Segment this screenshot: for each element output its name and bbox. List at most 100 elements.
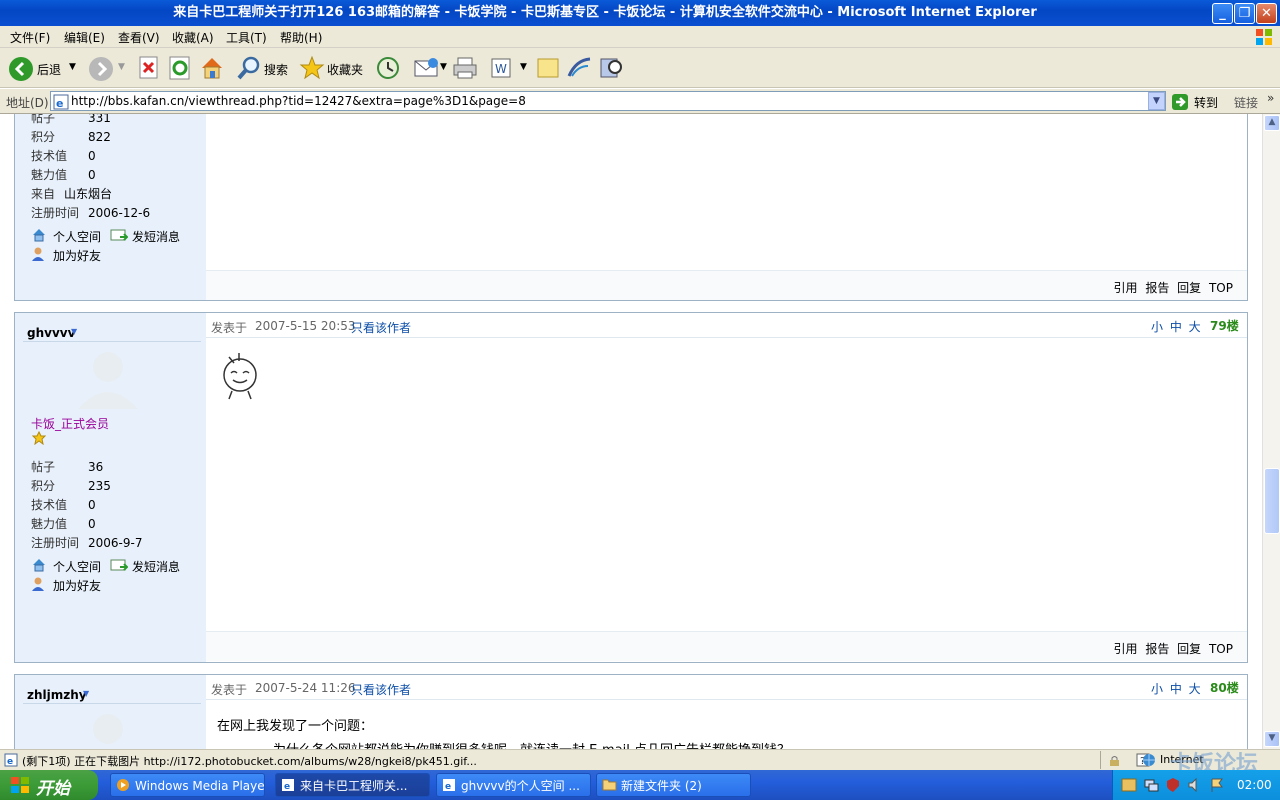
favorites-star-icon[interactable]	[299, 55, 325, 81]
posted-prefix: 发表于	[211, 683, 248, 697]
search-button-label[interactable]: 搜索	[264, 61, 288, 78]
close-button[interactable]: ✕	[1256, 3, 1277, 24]
status-text: (剩下1项) 正在下载图片 http://i172.photobucket.co…	[22, 755, 477, 768]
edit-dropdown-icon[interactable]: ▼	[520, 62, 527, 72]
menu-help[interactable]: 帮助(H)	[280, 29, 322, 46]
stat-row: 注册时间 2006-12-6	[31, 206, 151, 220]
stat-row: 积分 235	[31, 479, 111, 493]
stat-row: 来自 山东烟台	[31, 187, 113, 201]
font-size-links[interactable]: 小 中 大	[1151, 680, 1201, 697]
post-previous: 帖子 331 积分 822 技术值 0 魅力值 0 来自 山东烟台 注册时间 2006-12…	[14, 114, 1248, 301]
tray-image-icon[interactable]	[1121, 777, 1137, 793]
message-icon	[110, 559, 128, 571]
post-body-line: 为什么各个网站都说能为你赚到很多钱呢，就连读一封 E-mail 点几回广告栏都能…	[273, 739, 790, 749]
send-message-link[interactable]: 发短消息	[132, 228, 180, 245]
only-author-link[interactable]: 只看该作者	[351, 319, 411, 336]
stat-row: 魅力值 0	[31, 168, 96, 182]
svg-text:e: e	[445, 782, 451, 792]
tray-volume-icon[interactable]	[1187, 777, 1203, 793]
menu-tools[interactable]: 工具(T)	[226, 29, 267, 46]
smiley-emoticon	[223, 353, 257, 400]
user-menu-chevron-icon[interactable]: ▼	[71, 327, 77, 336]
back-dropdown-icon[interactable]: ▼	[69, 62, 76, 72]
post-actions[interactable]: 引用 报告 回复 TOP	[1114, 279, 1233, 296]
links-label[interactable]: 链接	[1234, 94, 1258, 111]
minimize-button[interactable]: _	[1212, 3, 1233, 24]
toolbar: 后退 ▼ ▼ 搜索 收藏夹 ▼ W ▼	[0, 48, 1280, 88]
windows-logo-icon	[1256, 29, 1272, 45]
add-friend-link[interactable]: 加为好友	[53, 247, 101, 264]
menu-bar: 文件(F) 编辑(E) 查看(V) 收藏(A) 工具(T) 帮助(H)	[0, 26, 1280, 48]
username[interactable]: ghvvvv	[27, 326, 75, 340]
scroll-thumb[interactable]	[1264, 468, 1280, 534]
post-actions[interactable]: 引用 报告 回复 TOP	[1114, 640, 1233, 657]
menu-edit[interactable]: 编辑(E)	[64, 29, 105, 46]
go-arrow-icon[interactable]	[1171, 93, 1189, 111]
clock: 02:00	[1237, 778, 1272, 792]
mail-icon[interactable]	[413, 56, 441, 80]
start-button[interactable]: 开始	[0, 770, 98, 800]
back-arrow-icon[interactable]	[8, 56, 34, 82]
avatar	[93, 714, 123, 744]
add-friend-link[interactable]: 加为好友	[53, 577, 101, 594]
messenger-icon[interactable]	[566, 56, 592, 80]
home-space-icon	[33, 559, 45, 572]
task-ie-current[interactable]: 来自卡巴工程师关...	[275, 773, 430, 797]
home-space-icon	[33, 229, 45, 242]
system-tray: 02:00	[1112, 770, 1280, 800]
research-icon[interactable]	[598, 55, 624, 81]
personal-space-link[interactable]: 个人空间	[53, 228, 101, 245]
scroll-down-button[interactable]: ▼	[1264, 731, 1280, 747]
go-button-label[interactable]: 转到	[1194, 94, 1218, 111]
only-author-link[interactable]: 只看该作者	[351, 681, 411, 698]
tray-network-icon[interactable]	[1143, 777, 1159, 793]
task-media-player[interactable]: Windows Media Player	[110, 773, 265, 797]
menu-file[interactable]: 文件(F)	[10, 29, 50, 46]
stop-icon[interactable]	[138, 56, 160, 80]
scroll-up-button[interactable]: ▲	[1264, 115, 1280, 131]
svg-text:e: e	[7, 757, 13, 767]
history-icon[interactable]	[375, 55, 401, 81]
font-size-links[interactable]: 小 中 大	[1151, 318, 1201, 335]
refresh-icon[interactable]	[168, 56, 192, 80]
task-new-folder[interactable]: 新建文件夹 (2)	[596, 773, 751, 797]
discuss-note-icon[interactable]	[536, 56, 560, 80]
vertical-scrollbar[interactable]: ▲ ▼	[1262, 114, 1280, 749]
task-ie-space[interactable]: ghvvvv的个人空间 ...	[436, 773, 591, 797]
ie-task-icon: e	[443, 779, 455, 792]
divider	[1100, 751, 1101, 769]
send-message-link[interactable]: 发短消息	[132, 558, 180, 575]
username[interactable]: zhljmzhy	[27, 688, 87, 702]
tray-flag-icon[interactable]	[1209, 777, 1225, 793]
taskbar: 开始 Windows Media Player 来自卡巴工程师关... e gh…	[0, 770, 1280, 800]
print-icon[interactable]	[452, 56, 478, 80]
forward-arrow-icon[interactable]	[88, 56, 114, 82]
post-79-footer: 引用 报告 回复 TOP	[206, 631, 1247, 661]
menu-view[interactable]: 查看(V)	[118, 29, 160, 46]
search-icon[interactable]	[236, 55, 262, 81]
home-icon[interactable]	[199, 55, 225, 81]
folder-icon	[602, 779, 617, 791]
address-bar: 地址(D) http://bbs.kafan.cn/viewthread.php…	[0, 89, 1280, 114]
forward-dropdown-icon[interactable]: ▼	[118, 62, 125, 72]
tray-security-icon[interactable]	[1165, 777, 1181, 793]
address-dropdown-button[interactable]: ▼	[1148, 92, 1165, 110]
mail-dropdown-icon[interactable]: ▼	[440, 62, 447, 72]
user-group: 卡饭_正式会员	[31, 417, 110, 431]
user-menu-chevron-icon[interactable]: ▼	[83, 689, 89, 698]
personal-space-link[interactable]: 个人空间	[53, 558, 101, 575]
address-input[interactable]: http://bbs.kafan.cn/viewthread.php?tid=1…	[50, 91, 1166, 111]
maximize-button[interactable]: ❐	[1234, 3, 1255, 24]
stat-row: 积分 822	[31, 130, 111, 144]
back-button-label[interactable]: 后退	[37, 61, 61, 78]
favorites-button-label[interactable]: 收藏夹	[327, 61, 363, 78]
stat-row: 帖子 331	[31, 114, 111, 125]
links-chevron-icon[interactable]: »	[1267, 91, 1274, 105]
divider	[206, 699, 1247, 700]
menu-favorites[interactable]: 收藏(A)	[172, 29, 214, 46]
avatar	[78, 352, 138, 409]
edit-word-icon[interactable]: W	[490, 57, 512, 79]
svg-text:W: W	[495, 62, 507, 76]
floor-number: 79楼	[1210, 319, 1239, 333]
stat-row: 技术值 0	[31, 498, 96, 512]
